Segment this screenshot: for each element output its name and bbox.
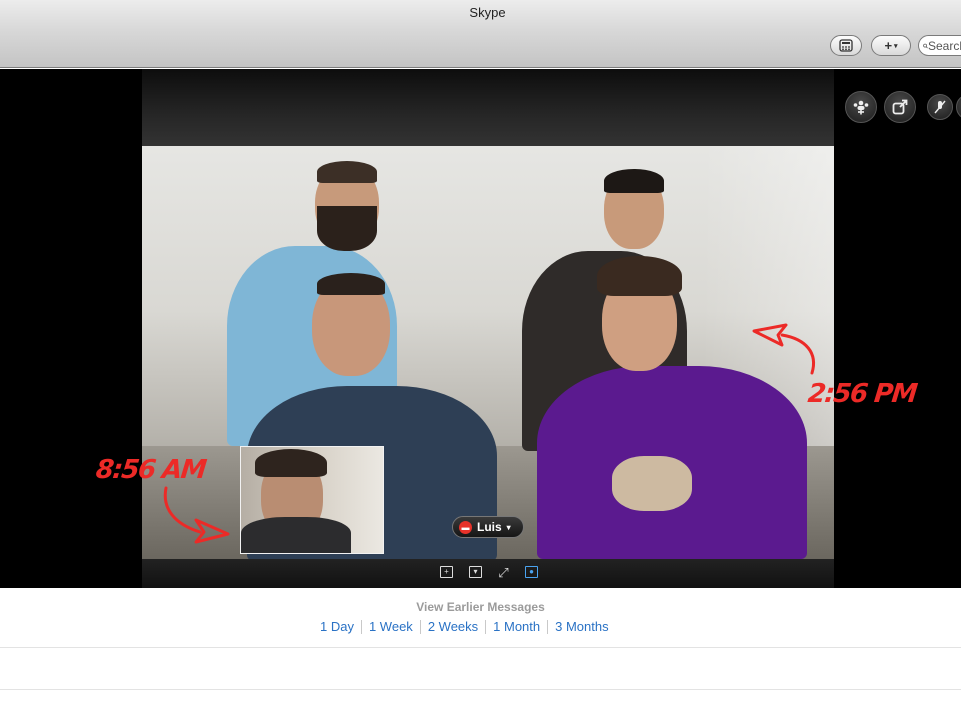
chat-history-controls: View Earlier Messages 1 Day 1 Week 2 Wee…: [0, 589, 961, 647]
add-participant-button[interactable]: [845, 91, 877, 123]
video-top-band: [142, 69, 834, 146]
divider: [0, 689, 961, 690]
more-controls-button[interactable]: [956, 94, 961, 120]
range-link-1-week[interactable]: 1 Week: [362, 619, 420, 634]
mute-mic-button[interactable]: [927, 94, 953, 120]
window-titlebar: Skype + ▾: [0, 0, 961, 68]
range-link-3-months[interactable]: 3 Months: [548, 619, 615, 634]
search-field[interactable]: [918, 35, 961, 56]
annotation-right-arrow: [752, 323, 815, 375]
divider: [0, 647, 961, 648]
range-link-2-weeks[interactable]: 2 Weeks: [421, 619, 485, 634]
chevron-down-icon: ▾: [894, 42, 898, 50]
self-view-video[interactable]: [240, 446, 384, 554]
chevron-down-icon: ▾: [506, 522, 511, 532]
add-button[interactable]: + ▾: [871, 35, 911, 56]
search-input[interactable]: [928, 38, 961, 53]
participant-name: Luis: [477, 520, 502, 534]
call-status-icon: ▬: [459, 520, 472, 534]
history-range-links: 1 Day 1 Week 2 Weeks 1 Month 3 Months: [313, 619, 616, 634]
popout-button[interactable]: [884, 91, 916, 123]
annotation-left-time: 8:56 AM: [94, 455, 207, 485]
range-link-1-month[interactable]: 1 Month: [486, 619, 547, 634]
add-participant-icon: [853, 100, 869, 115]
video-call-area: ▬ Luis ▾ + ▾ ⤢ ● 8:56 AM 2:56 PM: [0, 69, 961, 588]
collapse-icon[interactable]: ▾: [469, 566, 482, 578]
plus-icon: +: [884, 38, 893, 53]
range-link-1-day[interactable]: 1 Day: [313, 619, 361, 634]
participant-menu-button[interactable]: ▬ Luis ▾: [452, 516, 524, 538]
view-earlier-label: View Earlier Messages: [416, 600, 545, 614]
dialpad-button[interactable]: [830, 35, 862, 56]
video-bottom-toolbar: + ▾ ⤢ ●: [142, 559, 834, 588]
fullscreen-icon[interactable]: ⤢: [497, 566, 510, 579]
popout-icon: [892, 99, 908, 115]
annotation-left-arrow: [163, 486, 230, 544]
window-title: Skype: [469, 5, 506, 20]
annotation-right-time: 2:56 PM: [806, 379, 918, 409]
person-purple-shirt: [537, 251, 834, 559]
phone-dialpad-icon: [839, 39, 853, 52]
mute-mic-icon: [934, 100, 946, 114]
add-video-icon[interactable]: +: [440, 566, 453, 578]
contact-card-icon[interactable]: ●: [525, 566, 538, 578]
